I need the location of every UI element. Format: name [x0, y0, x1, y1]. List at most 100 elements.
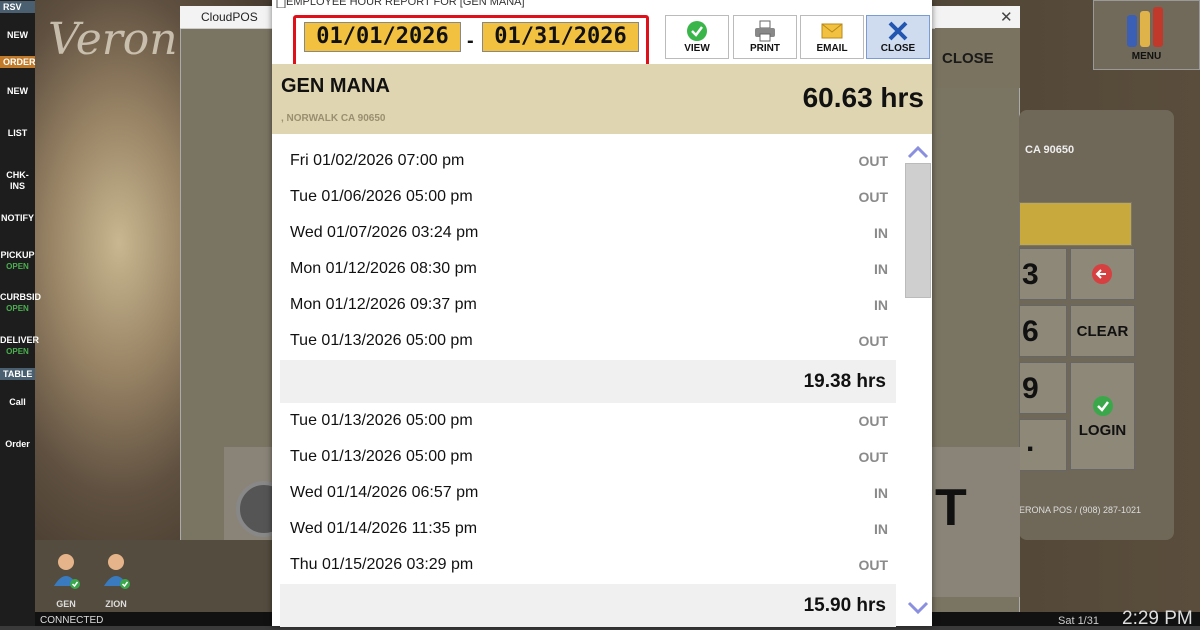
sidebar-item-notify[interactable]: NOTIFY	[0, 213, 35, 224]
entry-datetime: Wed 01/14/2026 06:57 pm	[290, 484, 479, 501]
clear-button[interactable]: CLEAR	[1070, 305, 1135, 357]
time-entry-row[interactable]: Wed 01/07/2026 03:24 pm IN	[280, 215, 896, 251]
sidebar-item-list[interactable]: LIST	[0, 128, 35, 139]
entry-datetime: Tue 01/06/2026 05:00 pm	[290, 188, 473, 205]
login-label: LOGIN	[1078, 422, 1127, 439]
sidebar-item-order-new[interactable]: NEW	[0, 86, 35, 97]
entry-status: OUT	[858, 557, 888, 573]
sidebar-item-call[interactable]: Call	[0, 397, 35, 408]
entry-status: IN	[874, 225, 888, 241]
sidebar-item-order[interactable]: Order	[0, 439, 35, 450]
date-separator: -	[467, 30, 474, 52]
avatar-gen[interactable]: GEN	[51, 552, 81, 609]
entry-datetime: Tue 01/13/2026 05:00 pm	[290, 332, 473, 349]
delivery-status: OPEN	[6, 347, 29, 356]
chevron-down-icon	[907, 601, 929, 615]
check-circle-icon	[687, 21, 707, 41]
email-button[interactable]: EMAIL	[800, 15, 864, 59]
curbside-label: CURBSID	[0, 292, 42, 302]
time-entry-row[interactable]: Fri 01/02/2026 07:00 pm OUT	[280, 143, 896, 179]
login-check-icon	[1092, 396, 1113, 416]
entry-status: IN	[874, 521, 888, 537]
time-entry-row[interactable]: Mon 01/12/2026 08:30 pm IN	[280, 251, 896, 287]
sidebar-item-pickup[interactable]: PICKUP OPEN	[0, 250, 35, 272]
scrollbar-thumb[interactable]	[905, 163, 931, 298]
envelope-icon	[821, 23, 843, 39]
sidebar-header-rsv: RSV	[0, 1, 35, 13]
time-entry-row[interactable]: Tue 01/13/2026 05:00 pm OUT	[280, 439, 896, 475]
background-logo: Veron	[48, 14, 178, 65]
close-x-icon	[888, 21, 908, 41]
time-entry-row[interactable]: Wed 01/14/2026 11:35 pm IN	[280, 511, 896, 547]
user-icon	[54, 554, 80, 589]
print-label: PRINT	[750, 43, 780, 54]
employee-name: GEN MANA	[281, 75, 390, 97]
time-entry-row[interactable]: Mon 01/12/2026 09:37 pm IN	[280, 287, 896, 323]
document-icon	[276, 0, 286, 8]
entry-datetime: Tue 01/13/2026 05:00 pm	[290, 448, 473, 465]
background-close-label: CLOSE	[942, 50, 994, 67]
time-entry-row[interactable]: Wed 01/14/2026 06:57 pm IN	[280, 475, 896, 511]
sidebar-item-delivery[interactable]: DELIVER OPEN	[0, 335, 39, 357]
status-date: Sat 1/31	[1058, 615, 1099, 627]
printer-icon	[755, 20, 775, 42]
delivery-label: DELIVER	[0, 335, 40, 345]
background-phone: ERONA POS / (908) 287-1021	[1019, 505, 1142, 515]
time-entry-row[interactable]: Tue 01/13/2026 05:00 pm OUT	[280, 403, 896, 439]
key-9[interactable]: 9	[1019, 362, 1067, 414]
key-3[interactable]: 3	[1019, 248, 1067, 300]
entry-datetime: Wed 01/07/2026 03:24 pm	[290, 224, 479, 241]
sidebar: RSV NEW ORDER NEW LIST CHK-INS NOTIFY PI…	[0, 0, 41, 626]
entry-status: IN	[874, 297, 888, 313]
entry-datetime: Thu 01/15/2026 03:29 pm	[290, 556, 474, 573]
scroll-down-button[interactable]	[906, 598, 930, 618]
subtotal-hours: 19.38 hrs	[803, 371, 886, 392]
entry-datetime: Tue 01/13/2026 05:00 pm	[290, 412, 473, 429]
entry-status: OUT	[858, 413, 888, 429]
key-6[interactable]: 6	[1019, 305, 1067, 357]
time-entry-row[interactable]: Tue 01/13/2026 05:00 pm OUT	[280, 323, 896, 359]
cloudpos-title: CloudPOS	[201, 10, 258, 24]
status-time: 2:29 PM	[1122, 608, 1193, 629]
sidebar-header-order: ORDER	[0, 56, 36, 68]
backspace-button[interactable]	[1070, 248, 1135, 300]
entry-status: OUT	[858, 333, 888, 349]
employee-address: , NORWALK CA 90650	[281, 113, 386, 124]
entry-datetime: Fri 01/02/2026 07:00 pm	[290, 152, 465, 169]
employee-bar: GEN ZION	[35, 540, 272, 612]
chevron-up-icon	[907, 145, 929, 159]
sidebar-item-curbside[interactable]: CURBSID OPEN	[0, 292, 41, 314]
employee-total-hours: 60.63 hrs	[802, 82, 924, 113]
connection-status: CONNECTED	[40, 615, 104, 626]
view-button[interactable]: VIEW	[665, 15, 729, 59]
scroll-up-button[interactable]	[906, 142, 930, 162]
subtotal-hours: 15.90 hrs	[803, 595, 886, 616]
sidebar-item-rsv-new[interactable]: NEW	[0, 30, 35, 41]
dialog-title: EMPLOYEE HOUR REPORT FOR [GEN MANA]	[286, 0, 525, 8]
pin-input[interactable]	[1019, 202, 1132, 246]
cloudpos-close-icon[interactable]: ✕	[1000, 8, 1013, 26]
date-from-field[interactable]: 01/01/2026	[304, 22, 461, 52]
entry-status: OUT	[858, 189, 888, 205]
entry-status: OUT	[858, 153, 888, 169]
pickup-status: OPEN	[6, 262, 29, 271]
login-button[interactable]: LOGIN	[1070, 362, 1135, 470]
time-entry-row[interactable]: Thu 01/15/2026 03:29 pm OUT	[280, 547, 896, 583]
print-button[interactable]: PRINT	[733, 15, 797, 59]
entry-status: IN	[874, 485, 888, 501]
close-button[interactable]: CLOSE	[866, 15, 930, 59]
subtotal-row: 19.38 hrs	[280, 360, 896, 403]
sidebar-item-chkins[interactable]: CHK-INS	[0, 170, 35, 192]
close-label: CLOSE	[880, 43, 916, 54]
avatar-zion[interactable]: ZION	[101, 552, 131, 609]
view-label: VIEW	[684, 43, 710, 54]
sidebar-header-table: TABLE	[0, 368, 35, 380]
pickup-label: PICKUP	[0, 250, 35, 260]
time-entry-row[interactable]: Tue 01/06/2026 05:00 pm OUT	[280, 179, 896, 215]
key-dot[interactable]: .	[1019, 419, 1067, 471]
menu-bottles-icon	[1127, 7, 1163, 47]
background-address: CA 90650	[1025, 144, 1075, 156]
date-to-field[interactable]: 01/31/2026	[482, 22, 639, 52]
entry-datetime: Wed 01/14/2026 11:35 pm	[290, 520, 478, 537]
background-big-letter: T	[935, 479, 967, 537]
